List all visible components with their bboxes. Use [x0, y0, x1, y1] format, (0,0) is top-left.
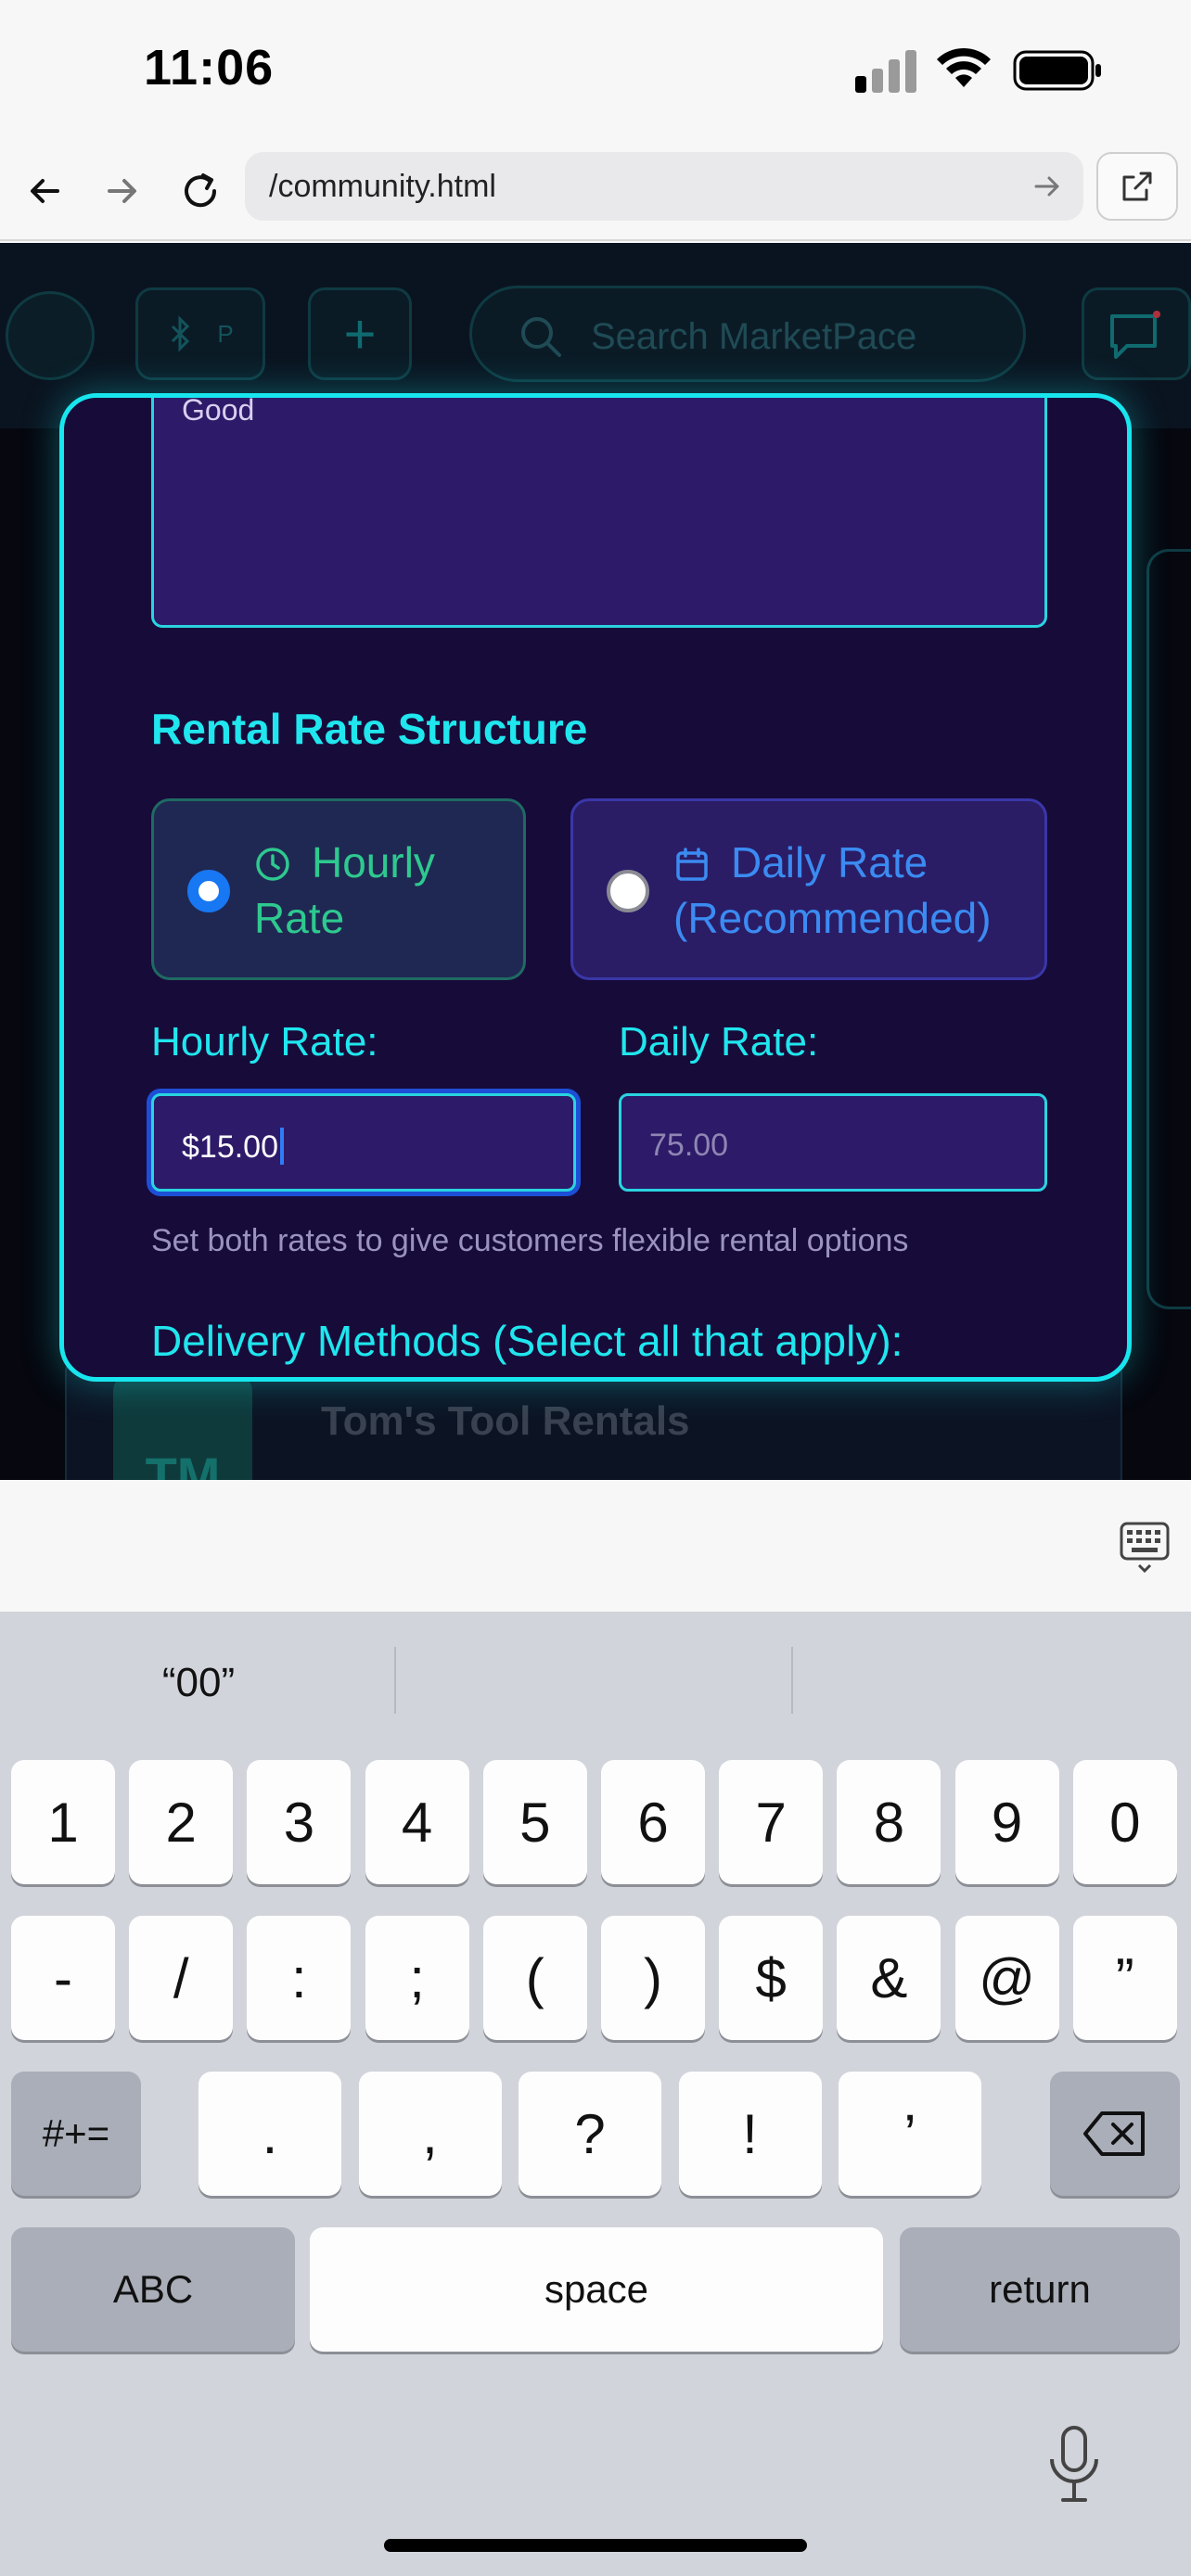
key-sym-6[interactable]: $: [719, 1916, 824, 2040]
search-bar[interactable]: Search MarketPace: [469, 286, 1026, 382]
daily-option-text: Daily Rate (Recommended): [673, 838, 992, 942]
address-bar[interactable]: /community.html: [245, 152, 1083, 221]
hourly-option-label: Hourly Rate: [254, 835, 523, 946]
condition-textarea[interactable]: Good: [151, 393, 1047, 628]
calendar-icon: [676, 848, 708, 881]
wifi-icon: [937, 47, 991, 87]
key-punc-2[interactable]: ?: [519, 2072, 661, 2196]
url-text: /community.html: [269, 169, 496, 204]
chat-icon: [1110, 311, 1160, 359]
back-button[interactable]: [19, 165, 70, 217]
profile-avatar[interactable]: [6, 291, 95, 380]
hourly-rate-value-wrap: $15.00: [182, 1128, 284, 1166]
plus-icon: +: [343, 302, 377, 365]
key-num-4[interactable]: 5: [482, 1760, 587, 1884]
rental-rate-title: Rental Rate Structure: [151, 705, 588, 753]
suggestion-divider: [394, 1647, 396, 1714]
backspace-icon: [1083, 2111, 1145, 2156]
return-key[interactable]: return: [900, 2227, 1180, 2352]
microphone-icon[interactable]: [1044, 2424, 1104, 2506]
listing-name: Tom's Tool Rentals: [321, 1398, 690, 1444]
rental-form-modal: Good Rental Rate Structure Hourly Rate D…: [59, 393, 1132, 1382]
delete-key[interactable]: [1050, 2072, 1180, 2196]
hourly-rate-input[interactable]: $15.00: [151, 1093, 576, 1192]
text-cursor: [280, 1128, 284, 1165]
daily-rate-option[interactable]: Daily Rate (Recommended): [570, 798, 1047, 980]
open-external-button[interactable]: [1096, 152, 1178, 221]
key-sym-8[interactable]: @: [954, 1916, 1059, 2040]
key-sym-4[interactable]: (: [482, 1916, 587, 2040]
battery-icon: [1013, 50, 1101, 91]
key-sym-9[interactable]: ”: [1072, 1916, 1177, 2040]
hourly-rate-value: $15.00: [182, 1129, 278, 1165]
key-punc-1[interactable]: ,: [358, 2072, 502, 2196]
key-punc-4[interactable]: ’: [839, 2072, 981, 2196]
condition-text: Good: [182, 393, 255, 427]
suggestion-divider: [791, 1647, 793, 1714]
hourly-radio[interactable]: [187, 870, 230, 912]
key-num-0[interactable]: 1: [11, 1760, 115, 1884]
key-punc-0[interactable]: .: [198, 2072, 341, 2196]
forward-button[interactable]: [96, 165, 148, 217]
arrow-left-icon: [31, 179, 59, 203]
key-num-7[interactable]: 8: [837, 1760, 941, 1884]
keyboard-dismiss-icon[interactable]: [1119, 1521, 1171, 1575]
key-num-1[interactable]: 2: [129, 1760, 234, 1884]
cellular-signal-icon: [855, 50, 916, 93]
daily-rate-label: Daily Rate:: [619, 1019, 819, 1065]
add-button[interactable]: +: [308, 287, 412, 380]
header-pill-button[interactable]: P: [135, 287, 265, 380]
home-indicator: [384, 2539, 807, 2552]
status-bar: 11:06: [0, 0, 1191, 139]
rates-helper-text: Set both rates to give customers flexibl…: [151, 1223, 909, 1258]
reload-icon: [185, 173, 217, 208]
key-sym-3[interactable]: ;: [365, 1916, 469, 2040]
listing-avatar: TM: [113, 1374, 252, 1480]
space-key[interactable]: space: [310, 2227, 883, 2352]
key-num-3[interactable]: 4: [365, 1760, 469, 1884]
key-num-8[interactable]: 9: [954, 1760, 1059, 1884]
hourly-rate-label: Hourly Rate:: [151, 1019, 378, 1065]
search-placeholder: Search MarketPace: [591, 316, 917, 357]
key-sym-7[interactable]: &: [837, 1916, 941, 2040]
daily-rate-placeholder: 75.00: [649, 1128, 729, 1163]
open-external-icon: [1122, 172, 1152, 201]
symbols-key[interactable]: #+=: [11, 2072, 141, 2196]
browser-toolbar: /community.html: [0, 139, 1191, 241]
key-sym-0[interactable]: -: [11, 1916, 115, 2040]
ios-keyboard: “00” 1234567890 - /:;() $ & @” .,?!’ #+= ABC…: [0, 1612, 1191, 2576]
messages-button[interactable]: [1082, 287, 1191, 380]
key-num-9[interactable]: 0: [1072, 1760, 1177, 1884]
daily-radio[interactable]: [607, 870, 649, 912]
key-num-5[interactable]: 6: [601, 1760, 705, 1884]
hourly-rate-option[interactable]: Hourly Rate: [151, 798, 526, 980]
search-icon: [521, 317, 561, 357]
side-panel-edge: [1146, 549, 1191, 1309]
key-num-6[interactable]: 7: [719, 1760, 824, 1884]
header-pill-text: P: [217, 319, 234, 348]
key-num-2[interactable]: 3: [247, 1760, 352, 1884]
key-sym-1[interactable]: /: [129, 1916, 234, 2040]
daily-option-label: Daily Rate (Recommended): [673, 835, 1044, 946]
key-punc-3[interactable]: !: [678, 2072, 822, 2196]
reload-button[interactable]: [174, 165, 226, 217]
arrow-right-icon: [108, 179, 136, 203]
daily-rate-input[interactable]: 75.00: [619, 1093, 1047, 1192]
abc-key[interactable]: ABC: [11, 2227, 295, 2352]
clock-icon: [256, 848, 289, 881]
status-time: 11:06: [144, 40, 275, 96]
suggestion-1[interactable]: “00”: [4, 1660, 393, 1706]
key-sym-5[interactable]: ): [601, 1916, 705, 2040]
keyboard-accessory-bar: [0, 1480, 1191, 1612]
delivery-methods-title: Delivery Methods (Select all that apply)…: [151, 1317, 903, 1365]
bluetooth-icon: [172, 315, 190, 352]
key-sym-2[interactable]: :: [247, 1916, 352, 2040]
go-arrow-icon[interactable]: [1031, 171, 1063, 202]
